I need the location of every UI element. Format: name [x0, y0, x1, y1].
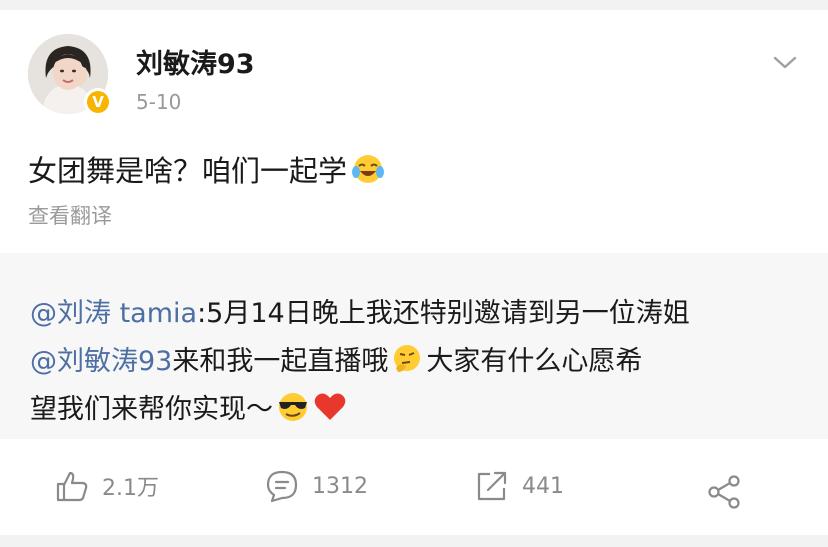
- laugh-cry-emoji: [352, 155, 385, 183]
- post-card[interactable]: V 刘敏涛93 5-10 女团舞是啥？咱们一起学 查看翻译 @刘涛 tamia …: [0, 10, 828, 535]
- repost-line-2: @刘敏涛93 来和我一起直播哦 大家有什么心愿希: [30, 339, 642, 378]
- post-time: 5-10: [136, 90, 182, 114]
- post-text: 女团舞是啥？咱们一起学: [28, 148, 385, 190]
- thinking-emoji: [394, 344, 421, 372]
- repost-count: 441: [522, 473, 564, 499]
- translate-link[interactable]: 查看翻译: [28, 200, 112, 230]
- repost-text: :5月14日晚上我还特别邀请到另一位涛姐: [197, 298, 690, 329]
- mention-link[interactable]: @刘敏涛93: [30, 339, 172, 378]
- comment-count: 1312: [312, 473, 368, 499]
- repost-block[interactable]: @刘涛 tamia :5月14日晚上我还特别邀请到另一位涛姐 @刘敏涛93 来和…: [0, 253, 828, 439]
- thumbs-up-icon: [56, 471, 88, 502]
- like-button[interactable]: 2.1万: [54, 468, 159, 504]
- repost-line-3: 望我们来帮你实现～: [30, 387, 347, 426]
- repost-text: 望我们来帮你实现～: [30, 394, 273, 425]
- chevron-down-icon[interactable]: [770, 50, 800, 74]
- repost-text: 来和我一起直播哦: [172, 346, 389, 377]
- forward-icon: [477, 471, 507, 501]
- share-icon[interactable]: [706, 474, 742, 510]
- repost-button[interactable]: 441: [474, 468, 564, 504]
- sunglasses-emoji: [279, 392, 307, 421]
- repost-text: 大家有什么心愿希: [426, 346, 643, 377]
- comment-button[interactable]: 1312: [264, 468, 368, 504]
- verified-v-icon: V: [87, 91, 109, 113]
- repost-line-1: @刘涛 tamia :5月14日晚上我还特别邀请到另一位涛姐: [30, 291, 690, 330]
- mention-link[interactable]: @刘涛 tamia: [30, 291, 197, 330]
- author-name[interactable]: 刘敏涛93: [136, 42, 255, 81]
- verified-badge: V: [84, 88, 112, 116]
- like-count: 2.1万: [102, 476, 159, 501]
- post-text-content: 女团舞是啥？咱们一起学: [28, 154, 348, 188]
- red-heart-emoji: [314, 393, 346, 420]
- comment-icon: [266, 470, 298, 503]
